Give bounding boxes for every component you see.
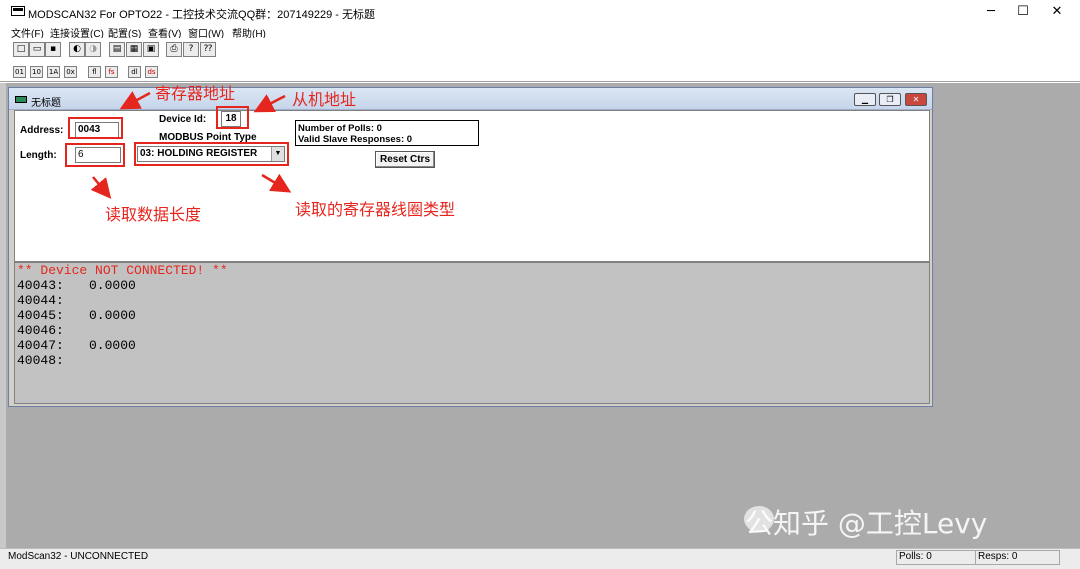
status-text: ModScan32 - UNCONNECTED [8,551,149,562]
annotation-slave-address: 从机地址 [292,90,357,109]
annotation-register-address: 寄存器地址 [155,84,236,103]
watermark: 公知乎 @工控Levy [745,507,988,540]
polls-status: Polls: 0 [899,551,932,562]
annotation-register-type: 读取的寄存器线圈类型 [295,200,456,219]
annotation-read-length: 读取数据长度 [105,205,202,224]
resps-status: Resps: 0 [978,551,1018,562]
